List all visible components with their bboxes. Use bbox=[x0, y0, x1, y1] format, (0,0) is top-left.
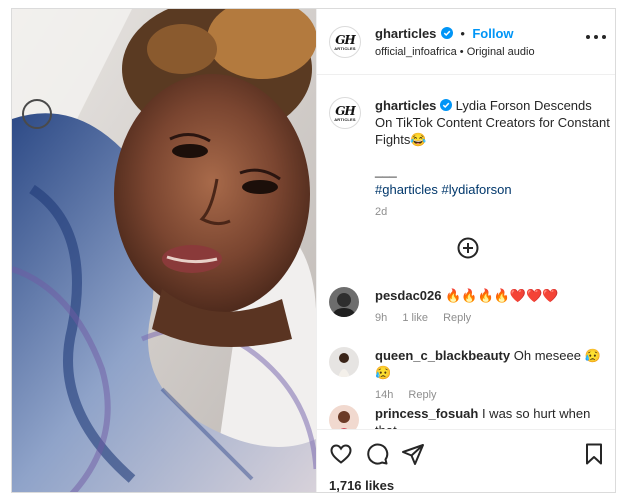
verified-badge-icon bbox=[440, 99, 453, 111]
gh-articles-logo-small: GH ARTICLES bbox=[334, 103, 356, 122]
likes-count[interactable]: 1,716 likes bbox=[329, 478, 394, 492]
video-frame-image bbox=[12, 9, 316, 492]
caption-text-block: gharticles Lydia Forson Descends On TikT… bbox=[375, 97, 610, 221]
comment-age[interactable]: 14h bbox=[375, 389, 393, 401]
post-modal: GH ARTICLES gharticles • Follow official… bbox=[11, 8, 616, 493]
commenter-avatar[interactable] bbox=[329, 287, 359, 317]
save-bookmark-icon[interactable] bbox=[582, 442, 606, 466]
caption-avatar[interactable]: GH ARTICLES bbox=[329, 97, 361, 129]
reply-button[interactable]: Reply bbox=[408, 389, 436, 401]
load-more-comments-icon[interactable] bbox=[457, 237, 479, 259]
audio-label[interactable]: Original audio bbox=[467, 46, 535, 58]
separator-dot: • bbox=[460, 26, 465, 41]
author-username[interactable]: gharticles bbox=[375, 26, 436, 41]
comment-username[interactable]: queen_c_blackbeauty bbox=[375, 348, 510, 363]
comment-text: 🔥🔥🔥🔥❤️❤️❤️ bbox=[445, 288, 559, 303]
caption-hashtags[interactable]: #gharticles #lydiaforson bbox=[375, 181, 610, 198]
post-details-panel: GH ARTICLES gharticles • Follow official… bbox=[316, 9, 615, 492]
comment-bubble-icon[interactable] bbox=[365, 442, 389, 466]
caption-username[interactable]: gharticles bbox=[375, 98, 436, 113]
author-avatar[interactable]: GH ARTICLES bbox=[329, 26, 361, 58]
comment-body: queen_c_blackbeauty Oh meseee 😥😥 14h Rep… bbox=[375, 347, 610, 404]
comment-meta: 14h Reply bbox=[375, 387, 610, 404]
audio-separator: • bbox=[459, 46, 464, 58]
author-info: gharticles • Follow official_infoafrica … bbox=[375, 25, 595, 58]
reply-button[interactable]: Reply bbox=[443, 312, 471, 324]
post-video[interactable] bbox=[12, 9, 316, 492]
comment-username[interactable]: princess_fosuah bbox=[375, 406, 478, 421]
post-header: GH ARTICLES gharticles • Follow official… bbox=[317, 9, 615, 75]
comment-body: pesdac026 🔥🔥🔥🔥❤️❤️❤️ 9h 1 like Reply bbox=[375, 287, 610, 327]
caption-age[interactable]: 2d bbox=[375, 204, 610, 221]
comment-meta: 9h 1 like Reply bbox=[375, 310, 610, 327]
follow-button[interactable]: Follow bbox=[472, 26, 513, 41]
post-actions-bar: 1,716 likes bbox=[317, 429, 615, 492]
more-options-icon[interactable] bbox=[586, 35, 606, 41]
comment-likes[interactable]: 1 like bbox=[402, 312, 428, 324]
caption-divider: ___ bbox=[375, 163, 397, 178]
comment-username[interactable]: pesdac026 bbox=[375, 288, 442, 303]
commenter-avatar[interactable] bbox=[329, 347, 359, 377]
like-heart-icon[interactable] bbox=[329, 442, 353, 466]
audio-info: official_infoafrica • Original audio bbox=[375, 46, 595, 58]
verified-badge-icon bbox=[440, 27, 453, 39]
comment-age[interactable]: 9h bbox=[375, 312, 387, 324]
gh-articles-logo: GH ARTICLES bbox=[334, 32, 356, 51]
share-send-icon[interactable] bbox=[401, 442, 425, 466]
audio-owner[interactable]: official_infoafrica bbox=[375, 46, 457, 58]
